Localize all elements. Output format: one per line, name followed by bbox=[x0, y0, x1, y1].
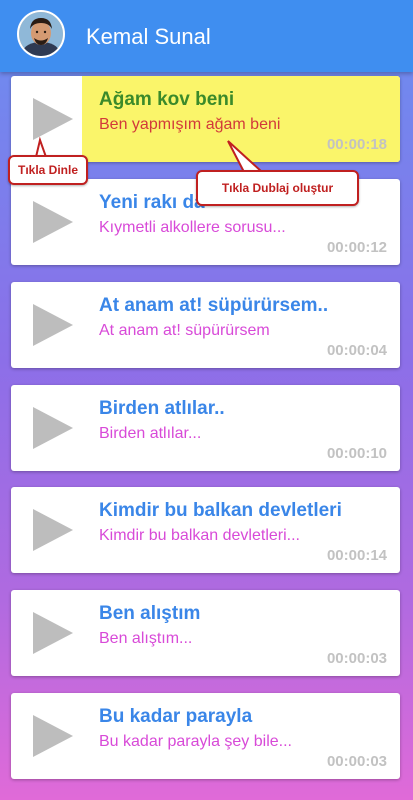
item-duration: 00:00:03 bbox=[326, 753, 387, 770]
item-title: Ben alıştım bbox=[99, 603, 201, 624]
tooltip-dub: Tıkla Dublaj oluştur bbox=[196, 170, 359, 206]
item-title: Bu kadar parayla bbox=[99, 706, 253, 727]
play-icon[interactable] bbox=[29, 405, 75, 451]
list-item[interactable]: Birden atlılar.. Birden atlılar... 00:00… bbox=[11, 385, 400, 471]
item-subtitle: At anam at! süpürürsem bbox=[99, 322, 270, 339]
item-duration: 00:00:04 bbox=[326, 342, 387, 359]
list-item[interactable]: Bu kadar parayla Bu kadar parayla şey bi… bbox=[11, 693, 400, 779]
avatar[interactable] bbox=[17, 10, 65, 58]
item-title: Kimdir bu balkan devletleri bbox=[99, 500, 342, 521]
play-icon[interactable] bbox=[29, 199, 75, 245]
item-subtitle: Ben alıştım... bbox=[99, 630, 193, 647]
item-duration: 00:00:10 bbox=[326, 445, 387, 462]
item-subtitle: Kimdir bu balkan devletleri... bbox=[99, 527, 300, 544]
item-duration: 00:00:03 bbox=[326, 650, 387, 667]
item-title: Birden atlılar.. bbox=[99, 398, 225, 419]
list-item[interactable]: Ağam kov beni Ben yapmışım ağam beni 00:… bbox=[11, 76, 400, 162]
item-duration: 00:00:18 bbox=[326, 136, 387, 153]
item-subtitle: Birden atlılar... bbox=[99, 425, 202, 442]
item-title: Yeni rakı da bbox=[99, 192, 205, 213]
item-subtitle: Kıymetli alkollere sorusu... bbox=[99, 219, 286, 236]
item-duration: 00:00:12 bbox=[326, 239, 387, 256]
play-icon[interactable] bbox=[29, 507, 75, 553]
page-title: Kemal Sunal bbox=[86, 24, 211, 49]
list-item[interactable]: Kimdir bu balkan devletleri Kimdir bu ba… bbox=[11, 487, 400, 573]
item-subtitle: Bu kadar parayla şey bile... bbox=[99, 733, 292, 750]
play-icon[interactable] bbox=[29, 96, 75, 142]
play-icon[interactable] bbox=[29, 302, 75, 348]
app-bar: Kemal Sunal bbox=[0, 0, 413, 72]
item-title: Ağam kov beni bbox=[99, 89, 235, 110]
item-title: At anam at! süpürürsem.. bbox=[99, 295, 329, 316]
list-item[interactable]: Ben alıştım Ben alıştım... 00:00:03 bbox=[11, 590, 400, 676]
tooltip-listen: Tıkla Dinle bbox=[8, 155, 88, 185]
play-icon[interactable] bbox=[29, 610, 75, 656]
item-subtitle: Ben yapmışım ağam beni bbox=[99, 116, 281, 133]
list-item[interactable]: At anam at! süpürürsem.. At anam at! süp… bbox=[11, 282, 400, 368]
play-icon[interactable] bbox=[29, 713, 75, 759]
item-duration: 00:00:14 bbox=[326, 547, 387, 564]
person-portrait-icon bbox=[19, 12, 63, 56]
